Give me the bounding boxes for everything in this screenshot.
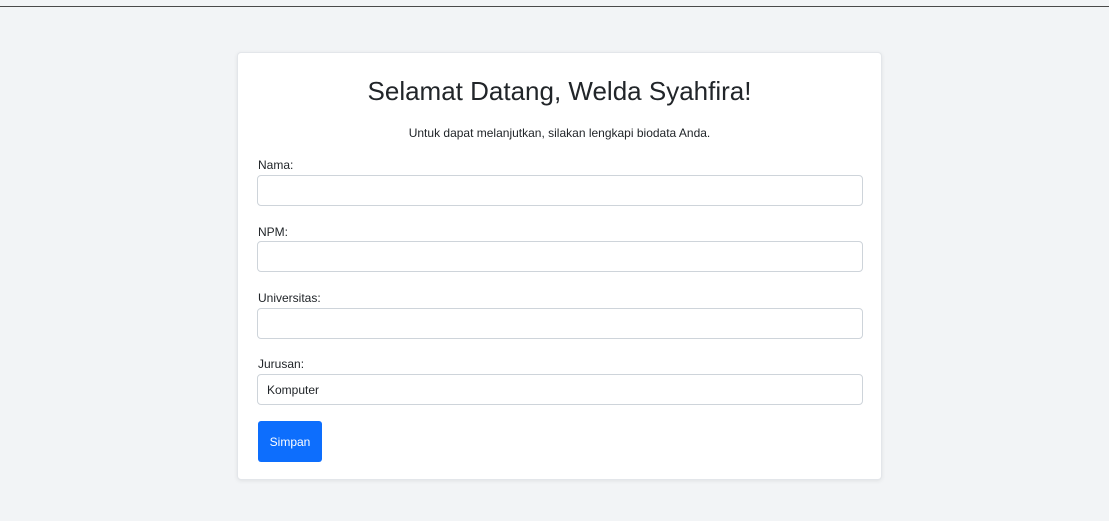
universitas-input[interactable] [257, 308, 863, 339]
jurusan-input[interactable] [257, 374, 863, 405]
save-button[interactable]: Simpan [258, 421, 322, 462]
instruction-text: Untuk dapat melanjutkan, silakan lengkap… [408, 126, 711, 140]
top-divider [0, 6, 1109, 7]
jurusan-label: Jurusan: [258, 357, 305, 371]
biodata-card: Selamat Datang, Welda Syahfira! Untuk da… [237, 52, 882, 480]
universitas-label: Universitas: [258, 291, 321, 305]
nama-input[interactable] [257, 175, 863, 206]
page-title: Selamat Datang, Welda Syahfira! [367, 76, 752, 106]
npm-input[interactable] [257, 241, 863, 272]
nama-label: Nama: [258, 158, 294, 172]
npm-label: NPM: [258, 225, 288, 239]
